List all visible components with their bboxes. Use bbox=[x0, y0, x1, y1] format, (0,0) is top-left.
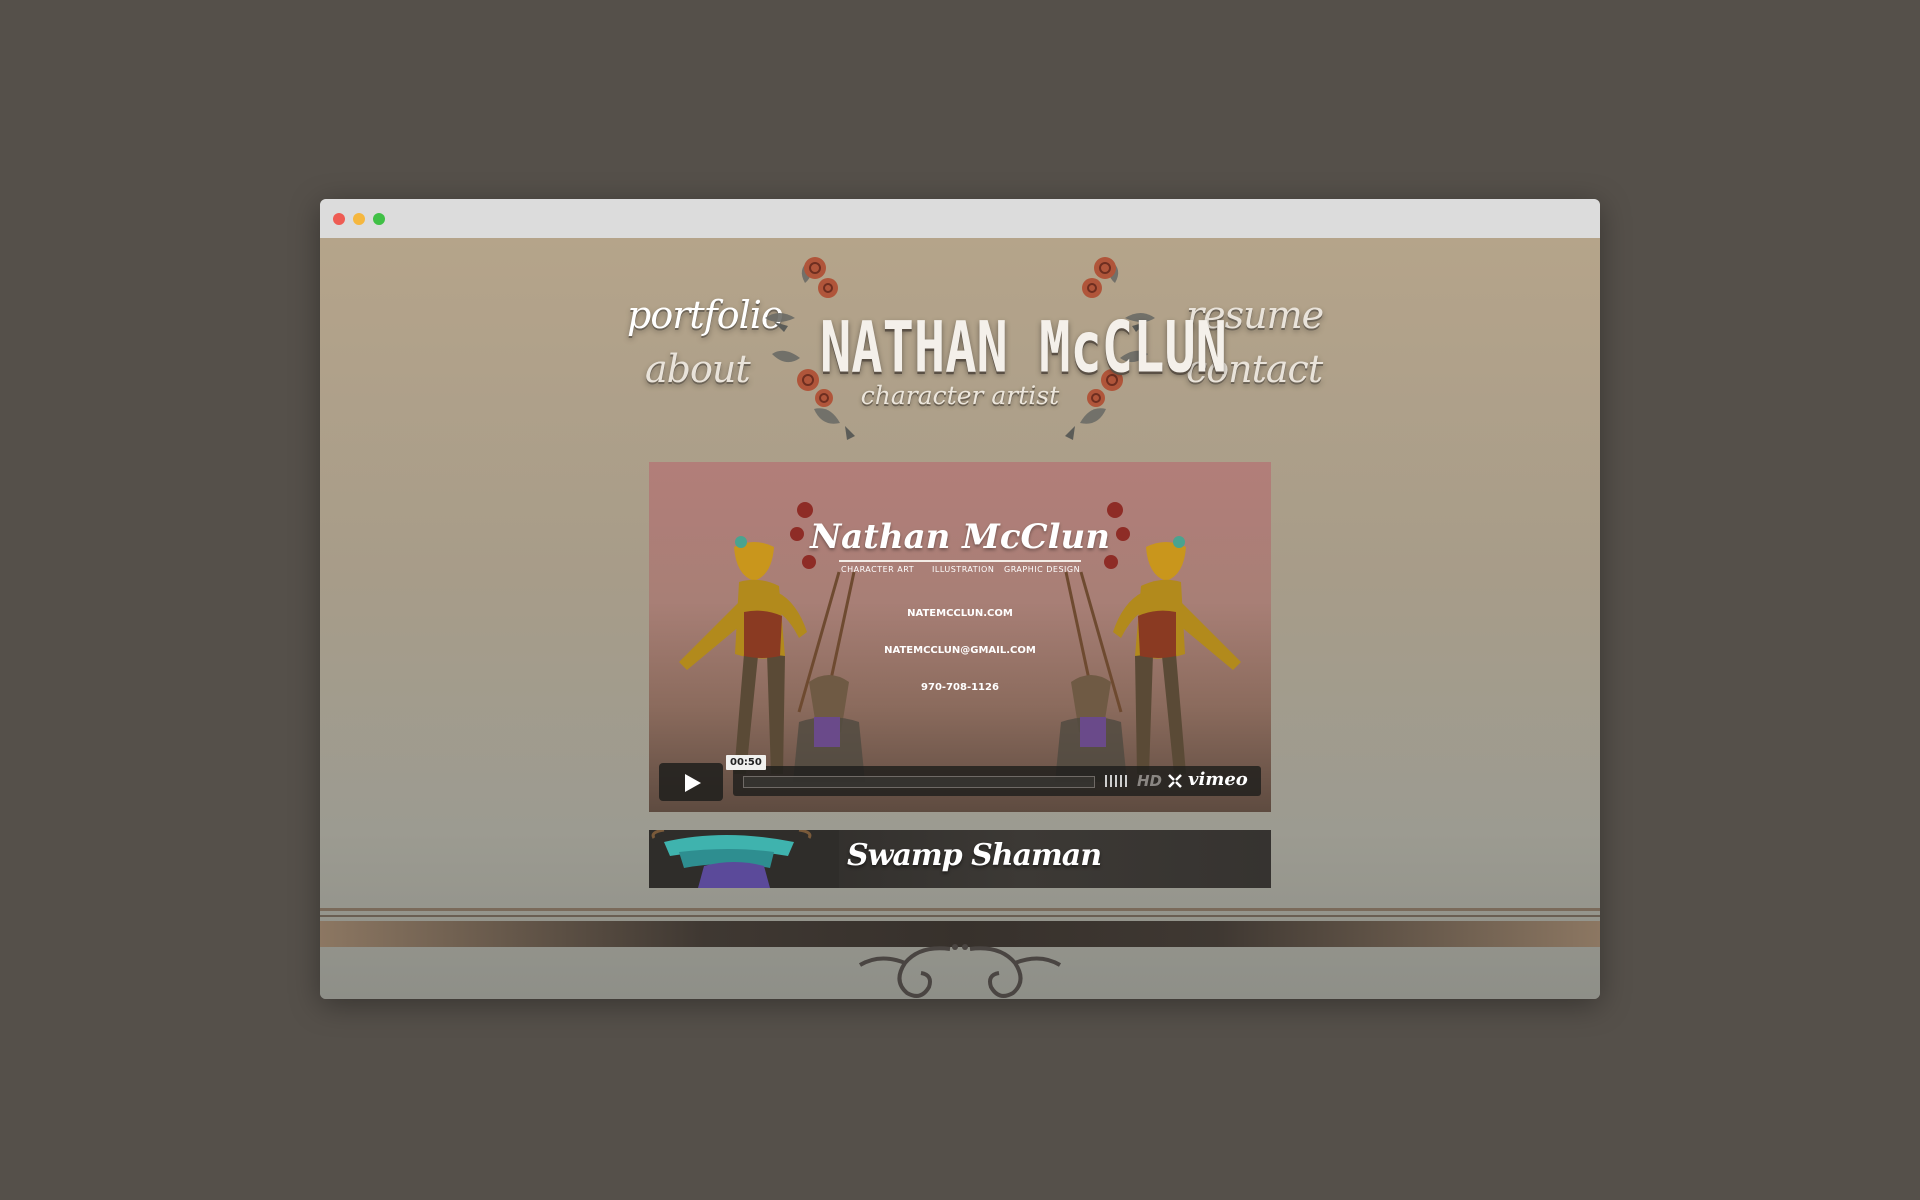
nav-about-link[interactable]: about bbox=[645, 347, 751, 391]
video-player[interactable]: Nathan McClun CHARACTER ART ILLUSTRATION… bbox=[649, 462, 1271, 812]
play-button[interactable] bbox=[659, 763, 723, 801]
card-email: NATEMCCLUN@GMAIL.COM bbox=[884, 645, 1036, 656]
fullscreen-icon[interactable] bbox=[1168, 774, 1182, 788]
card-subtitle-character-art: CHARACTER ART bbox=[841, 565, 915, 574]
progress-track[interactable] bbox=[743, 776, 1095, 788]
card-divider bbox=[839, 560, 1081, 562]
vimeo-logo-link[interactable]: vimeo bbox=[1188, 769, 1248, 790]
play-icon bbox=[685, 774, 701, 792]
project-banner-swamp-shaman[interactable]: Swamp Shaman bbox=[649, 830, 1271, 888]
minimize-window-button[interactable] bbox=[353, 213, 365, 225]
footer-divider bbox=[320, 908, 1600, 948]
card-subtitle-graphic-design: GRAPHIC DESIGN bbox=[1004, 565, 1081, 574]
project-title: Swamp Shaman bbox=[847, 838, 1102, 873]
maximize-window-button[interactable] bbox=[373, 213, 385, 225]
web-page: portfolio about resume contact NATHAN Mc… bbox=[320, 238, 1600, 999]
card-name: Nathan McClun bbox=[810, 517, 1110, 557]
title-bar bbox=[320, 199, 1600, 239]
player-controls: 00:50 HD vimeo bbox=[659, 755, 1261, 801]
browser-window: portfolio about resume contact NATHAN Mc… bbox=[320, 199, 1600, 999]
card-subtitle-illustration: ILLUSTRATION bbox=[932, 565, 995, 574]
close-window-button[interactable] bbox=[333, 213, 345, 225]
logo-name: NATHAN McCLUN bbox=[820, 308, 1227, 389]
logo-tagline: character artist bbox=[860, 381, 1060, 410]
scroll-ornament-icon bbox=[858, 944, 1062, 998]
card-website: NATEMCCLUN.COM bbox=[907, 608, 1013, 619]
volume-icon[interactable] bbox=[1105, 775, 1129, 787]
card-phone: 970-708-1126 bbox=[921, 682, 999, 693]
control-bar: 00:50 HD vimeo bbox=[726, 755, 1261, 796]
site-logo[interactable]: NATHAN McCLUN character artist bbox=[760, 248, 1227, 448]
timecode-label: 00:50 bbox=[726, 755, 766, 770]
hd-toggle[interactable]: HD bbox=[1137, 772, 1162, 790]
swamp-shaman-thumbnail bbox=[649, 830, 839, 888]
